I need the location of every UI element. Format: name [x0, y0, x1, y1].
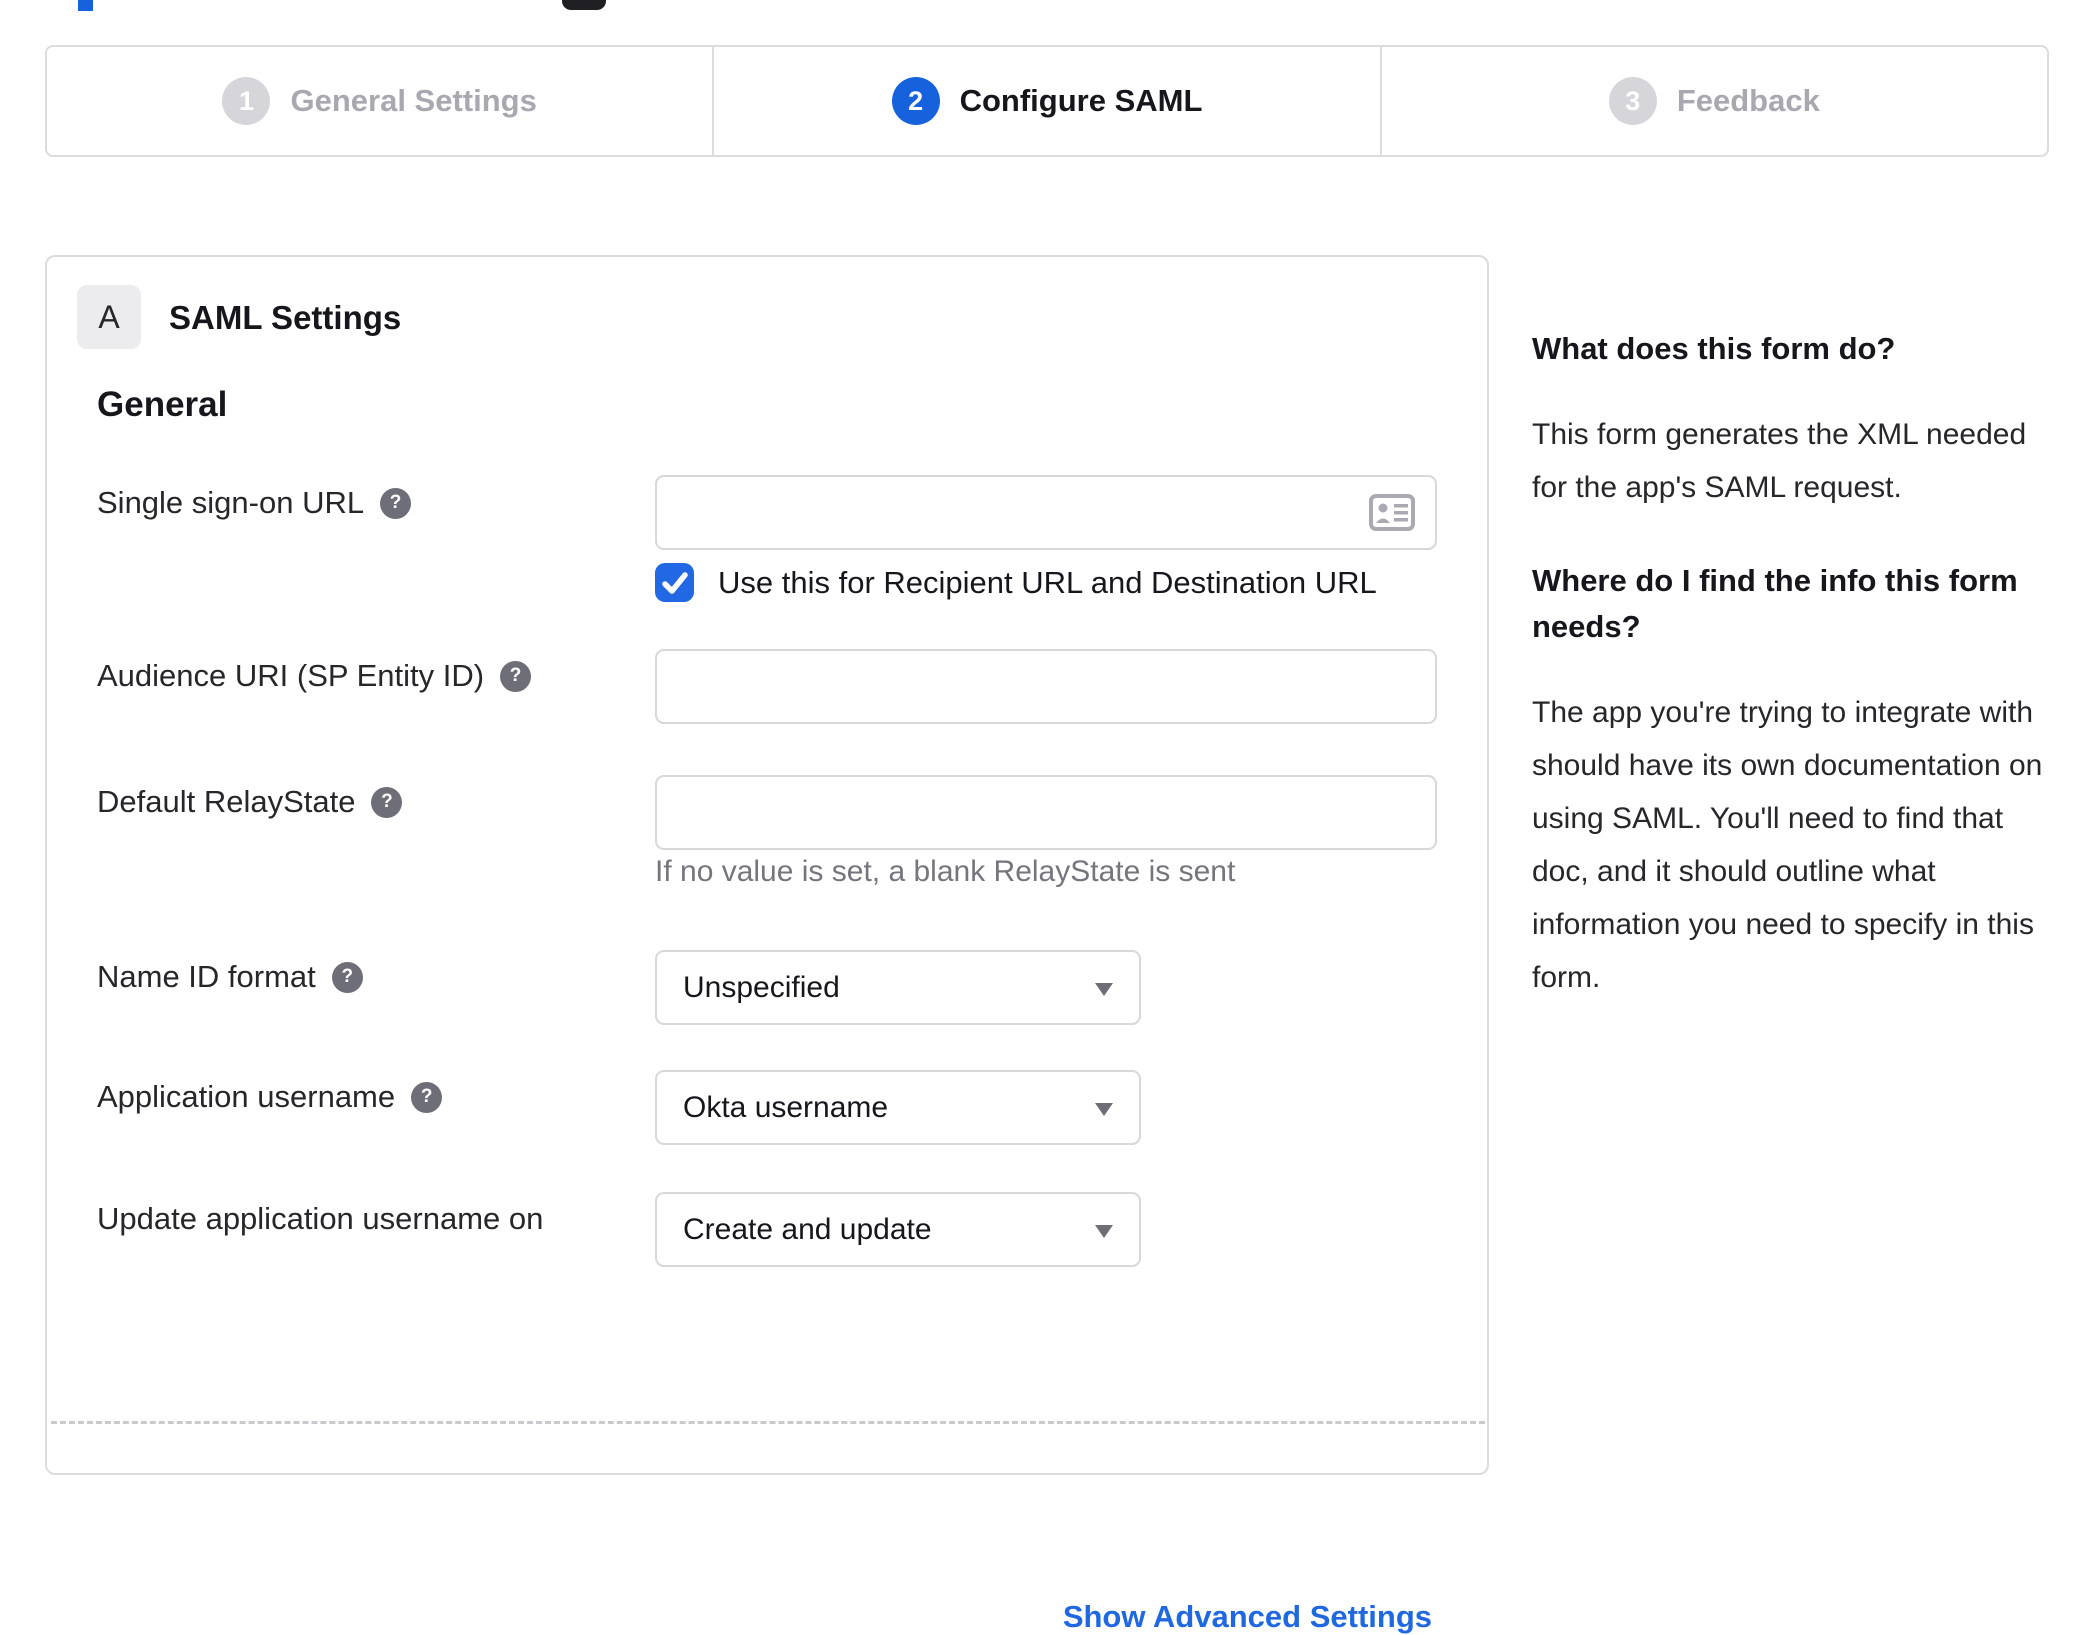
relaystate-label: Default RelayState ? — [97, 784, 403, 820]
step-label: General Settings — [290, 83, 537, 118]
check-icon — [661, 571, 688, 594]
update-username-select[interactable]: Create and update — [655, 1192, 1141, 1267]
recipient-url-checkbox-row: Use this for Recipient URL and Destinati… — [655, 563, 1377, 602]
field-label-text: Single sign-on URL — [97, 485, 365, 520]
field-label-text: Application username — [97, 1079, 396, 1114]
application-username-label: Application username ? — [97, 1079, 443, 1115]
select-value-text: Okta username — [683, 1090, 889, 1124]
help-icon[interactable]: ? — [411, 1081, 443, 1113]
application-username-select[interactable]: Okta username — [655, 1070, 1141, 1145]
select-value-text: Unspecified — [683, 970, 840, 1004]
cutoff-title-fragment-dark — [562, 0, 606, 10]
step-number-badge: 2 — [891, 77, 940, 125]
show-advanced-settings-link[interactable]: Show Advanced Settings — [1063, 1599, 1432, 1635]
chevron-down-icon — [1095, 983, 1113, 996]
section-dashed-divider — [51, 1421, 1485, 1424]
recipient-url-checkbox[interactable] — [655, 563, 694, 602]
general-section-title: General — [97, 385, 228, 424]
step-label: Feedback — [1676, 83, 1820, 118]
step-number-badge: 3 — [1608, 77, 1657, 125]
help-heading-where: Where do I find the info this form needs… — [1532, 563, 2018, 644]
audience-uri-label: Audience URI (SP Entity ID) ? — [97, 658, 532, 694]
help-icon[interactable]: ? — [380, 487, 412, 519]
audience-uri-input[interactable] — [655, 649, 1437, 724]
step-number-badge: 1 — [222, 77, 271, 125]
field-label-text: Default RelayState — [97, 784, 356, 819]
help-heading-what: What does this form do? — [1532, 331, 1896, 366]
sso-url-label: Single sign-on URL ? — [97, 485, 412, 521]
saml-settings-panel: A SAML Settings General Single sign-on U… — [45, 255, 1489, 1634]
field-label-text: Name ID format — [97, 959, 316, 994]
wizard-stepper: 1 General Settings 2 Configure SAML 3 Fe… — [45, 45, 2049, 157]
help-body-where: The app you're trying to integrate with … — [1532, 696, 2043, 994]
help-sidebar: What does this form do? This form genera… — [1532, 326, 2060, 1048]
relaystate-helper-text: If no value is set, a blank RelayState i… — [655, 855, 1236, 888]
name-id-format-select[interactable]: Unspecified — [655, 950, 1141, 1025]
relaystate-input[interactable] — [655, 775, 1437, 850]
name-id-format-label: Name ID format ? — [97, 959, 363, 995]
help-icon[interactable]: ? — [500, 660, 532, 692]
step-configure-saml[interactable]: 2 Configure SAML — [712, 47, 1379, 155]
cutoff-title-fragment-blue — [78, 0, 93, 11]
help-icon[interactable]: ? — [331, 961, 363, 993]
update-username-label: Update application username on — [97, 1201, 543, 1237]
section-a-badge: A — [77, 285, 141, 349]
help-icon[interactable]: ? — [371, 786, 403, 818]
step-label: Configure SAML — [959, 83, 1203, 118]
sso-url-input-wrap — [655, 475, 1437, 550]
contact-card-icon[interactable] — [1369, 494, 1415, 531]
step-feedback[interactable]: 3 Feedback — [1379, 47, 2047, 155]
recipient-url-checkbox-label: Use this for Recipient URL and Destinati… — [718, 564, 1377, 600]
chevron-down-icon — [1095, 1225, 1113, 1238]
select-value-text: Create and update — [683, 1212, 932, 1246]
sso-url-input[interactable] — [655, 475, 1437, 550]
step-general-settings[interactable]: 1 General Settings — [47, 47, 712, 155]
field-label-text: Update application username on — [97, 1201, 544, 1236]
help-body-what: This form generates the XML needed for t… — [1532, 418, 2027, 504]
panel-title: SAML Settings — [169, 299, 402, 336]
chevron-down-icon — [1095, 1103, 1113, 1116]
field-label-text: Audience URI (SP Entity ID) — [97, 658, 485, 693]
